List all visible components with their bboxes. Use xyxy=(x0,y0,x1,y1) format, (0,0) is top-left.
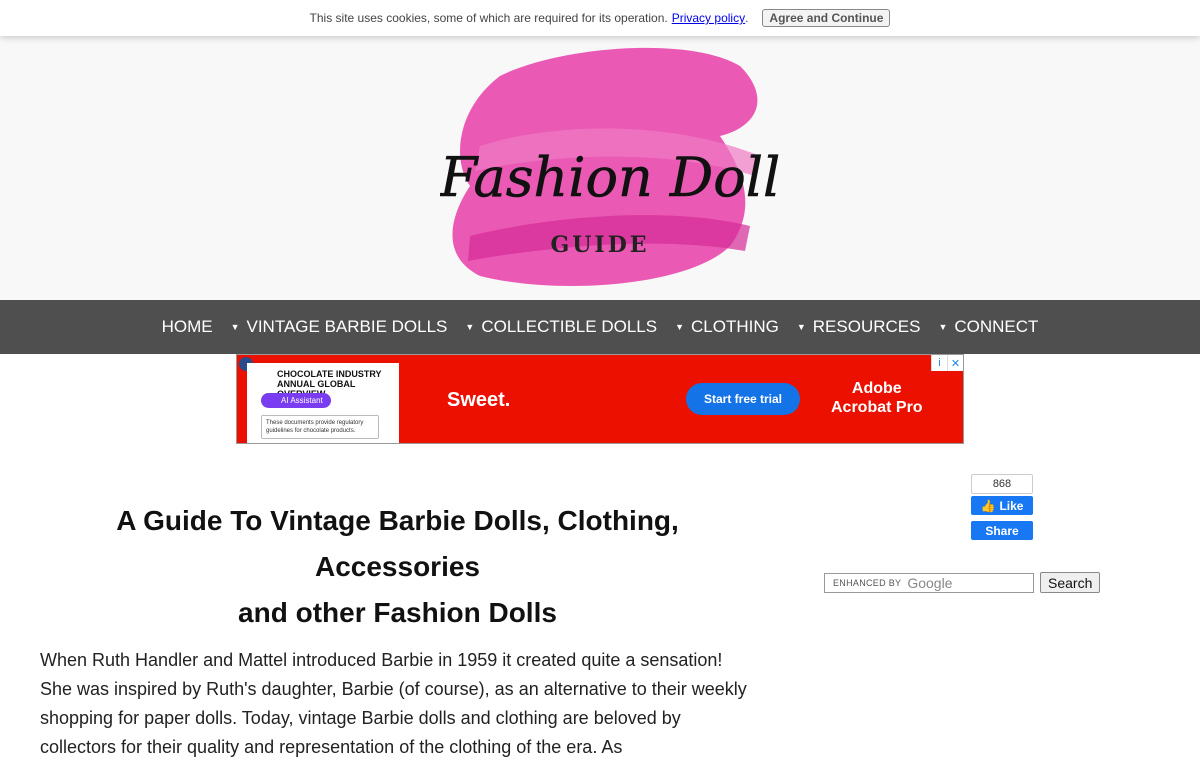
ad-brand-line2: Acrobat Pro xyxy=(831,399,923,416)
like-count: 868 xyxy=(971,474,1033,494)
main-content: A Guide To Vintage Barbie Dolls, Clothin… xyxy=(40,498,755,762)
page-title: A Guide To Vintage Barbie Dolls, Clothin… xyxy=(40,498,755,636)
agree-and-continue-button[interactable]: Agree and Continue xyxy=(762,9,891,27)
like-label: Like xyxy=(999,498,1024,513)
ad-info-icon[interactable]: i xyxy=(931,355,947,371)
ai-assistant-pill: AI Assistant xyxy=(261,393,331,408)
nav-item-collectible-dolls[interactable]: ▼ COLLECTIBLE DOLLS xyxy=(465,317,657,337)
nav-item-home[interactable]: HOME xyxy=(162,317,213,337)
dropdown-caret-icon: ▼ xyxy=(796,322,806,332)
advertisement-banner[interactable]: CHOCOLATE INDUSTRY ANNUAL GLOBAL OVERVIE… xyxy=(236,354,964,444)
nav-label: COLLECTIBLE DOLLS xyxy=(481,317,658,336)
nav-label: VINTAGE BARBIE DOLLS xyxy=(246,317,448,336)
nav-label: HOME xyxy=(161,317,213,336)
main-navigation: HOME ▼ VINTAGE BARBIE DOLLS ▼ COLLECTIBL… xyxy=(0,300,1200,354)
cookie-consent-bar: This site uses cookies, some of which ar… xyxy=(0,0,1200,36)
logo-script-text: Fashion Doll xyxy=(440,146,780,209)
search-button[interactable]: Search xyxy=(1040,572,1101,593)
nav-item-vintage-barbie-dolls[interactable]: ▼ VINTAGE BARBIE DOLLS xyxy=(231,317,448,337)
cookie-period: . xyxy=(745,11,749,25)
page-title-line2: Accessories xyxy=(314,551,480,582)
ad-close-icon[interactable]: ✕ xyxy=(947,355,963,371)
nav-item-clothing[interactable]: ▼ CLOTHING xyxy=(675,317,779,337)
start-free-trial-button[interactable]: Start free trial xyxy=(686,383,800,415)
nav-label: CONNECT xyxy=(954,317,1039,336)
site-logo[interactable]: Fashion Doll GUIDE xyxy=(440,36,780,306)
ad-brand: Adobe Acrobat Pro xyxy=(831,379,923,417)
facebook-like-button[interactable]: 👍 Like xyxy=(971,496,1033,515)
nav-item-resources[interactable]: ▼ RESOURCES xyxy=(797,317,921,337)
dropdown-caret-icon: ▼ xyxy=(675,322,684,332)
nav-item-connect[interactable]: ▼ CONNECT xyxy=(938,317,1038,337)
ad-document-preview: CHOCOLATE INDUSTRY ANNUAL GLOBAL OVERVIE… xyxy=(247,363,399,443)
site-header: Fashion Doll GUIDE xyxy=(0,36,1200,300)
search-enhanced-label: ENHANCED BY xyxy=(833,577,902,588)
dropdown-caret-icon: ▼ xyxy=(465,322,475,332)
nav-label: RESOURCES xyxy=(812,317,921,336)
ad-document-note: These documents provide regulatory guide… xyxy=(261,415,379,439)
dropdown-caret-icon: ▼ xyxy=(938,322,948,332)
thumbs-up-icon: 👍 xyxy=(980,498,996,513)
site-search: ENHANCED BY Google Search xyxy=(824,572,1101,593)
dropdown-caret-icon: ▼ xyxy=(230,322,240,332)
logo-guide-text: GUIDE xyxy=(550,232,649,258)
google-logo: Google xyxy=(907,574,953,591)
page-title-line1: A Guide To Vintage Barbie Dolls, Clothin… xyxy=(116,505,679,536)
ad-tagline: Sweet. xyxy=(447,389,511,411)
facebook-widget: 868 👍 Like Share xyxy=(971,474,1033,540)
ad-choices: i ✕ xyxy=(931,355,963,371)
intro-paragraph: When Ruth Handler and Mattel introduced … xyxy=(40,650,747,757)
privacy-policy-link[interactable]: Privacy policy xyxy=(672,11,745,25)
nav-label: CLOTHING xyxy=(691,317,779,336)
page-title-line3: and other Fashion Dolls xyxy=(238,597,557,628)
facebook-share-button[interactable]: Share xyxy=(971,521,1033,540)
cookie-message: This site uses cookies, some of which ar… xyxy=(309,11,668,25)
search-input[interactable]: ENHANCED BY Google xyxy=(824,572,1034,593)
ad-brand-line1: Adobe xyxy=(851,380,902,397)
